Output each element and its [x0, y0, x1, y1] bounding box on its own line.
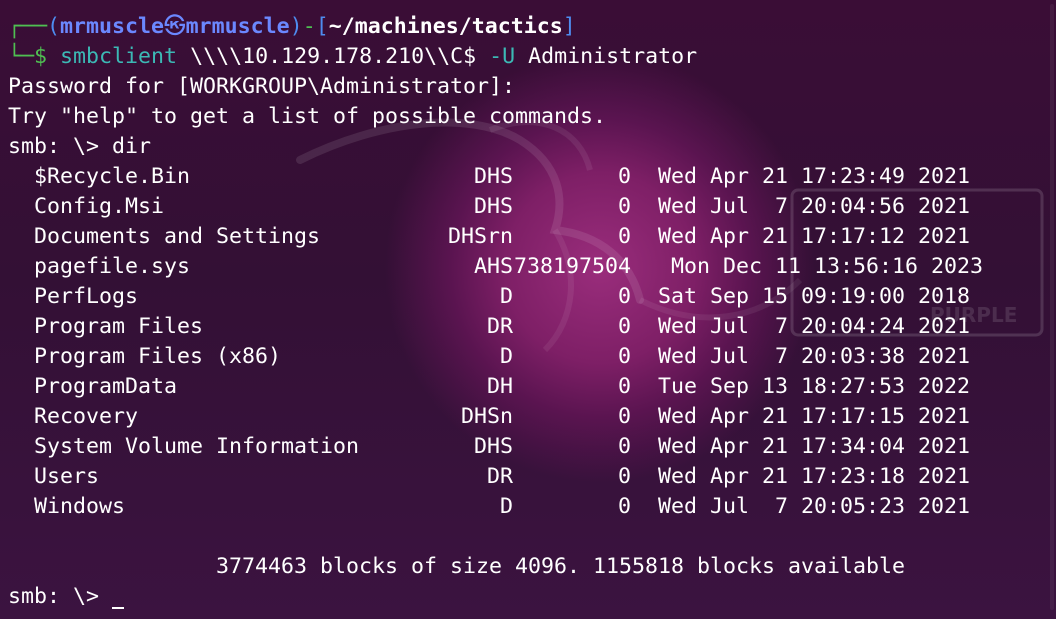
entry-name: System Volume Information [34, 434, 360, 459]
entry-name: Users [34, 464, 100, 489]
entry-attr: DHS [473, 434, 513, 459]
entry-name: Program Files [34, 314, 204, 339]
prompt-corner-bottom: └─ [8, 44, 35, 69]
password-prompt-line: Password for [WORKGROUP\Administrator]: [8, 74, 516, 99]
entry-attr: D [499, 344, 513, 369]
command-line: └─$ smbclient \\\\10.129.178.210\\C$ -U … [8, 42, 1056, 72]
entry-size: 0 [617, 404, 631, 429]
entry-size: 0 [617, 164, 631, 189]
prompt-user: mrmuscle [60, 14, 165, 39]
entry-date: Wed Apr 21 17:23:49 2021 [658, 164, 971, 189]
entry-name: Documents and Settings [34, 224, 321, 249]
entry-attr: DH [486, 374, 513, 399]
entry-date: Wed Jul 7 20:03:38 2021 [658, 344, 971, 369]
entry-attr: D [499, 494, 513, 519]
entry-date: Tue Sep 13 18:27:53 2022 [658, 374, 971, 399]
entry-date: Wed Apr 21 17:34:04 2021 [658, 434, 971, 459]
entry-attr: DHS [473, 194, 513, 219]
command-flag: -U [489, 44, 516, 69]
entry-name: Recovery [34, 404, 139, 429]
entry-date: Wed Jul 7 20:04:56 2021 [658, 194, 971, 219]
entry-name: PerfLogs [34, 284, 139, 309]
entry-size: 0 [617, 464, 631, 489]
entry-size: 0 [617, 494, 631, 519]
list-item: Recovery DHSn 0 Wed Apr 21 17:17:15 2021 [8, 402, 1056, 432]
prompt-host: mrmuscle [185, 14, 290, 39]
command-name: smbclient [60, 44, 178, 69]
list-item: Program Files (x86) D 0 Wed Jul 7 20:03:38 … [8, 342, 1056, 372]
terminal-scrollbar[interactable] [1050, 4, 1054, 610]
entry-size: 738197504 [513, 254, 631, 279]
list-item: PerfLogs D 0 Sat Sep 15 09:19:00 2018 [8, 282, 1056, 312]
entry-attr: DR [486, 464, 513, 489]
entry-size: 0 [617, 374, 631, 399]
entry-attr: AHS [473, 254, 513, 279]
text-cursor [112, 607, 125, 609]
entry-date: Mon Dec 11 13:56:16 2023 [658, 254, 984, 279]
prompt-corner-top: ┌── [8, 14, 48, 39]
entry-date: Wed Apr 21 17:17:12 2021 [658, 224, 971, 249]
list-item: Windows D 0 Wed Jul 7 20:05:23 2021 [8, 492, 1056, 522]
entry-name: Config.Msi [34, 194, 165, 219]
entry-date: Wed Apr 21 17:23:18 2021 [658, 464, 971, 489]
entry-attr: D [499, 284, 513, 309]
final-prompt-text: smb: \> [8, 584, 113, 609]
entry-size: 0 [617, 284, 631, 309]
disk-summary: 3774463 blocks of size 4096. 1155818 blo… [216, 554, 906, 579]
entry-size: 0 [617, 434, 631, 459]
entry-name: ProgramData [34, 374, 178, 399]
list-item: $Recycle.Bin DHS 0 Wed Apr 21 17:23:49 2021 [8, 162, 1056, 192]
command-user: Administrator [528, 44, 698, 69]
prompt-path: ~/machines/tactics [328, 14, 563, 39]
help-hint-line: Try "help" to get a list of possible com… [8, 104, 607, 129]
entry-date: Wed Apr 21 17:17:15 2021 [658, 404, 971, 429]
entry-size: 0 [617, 224, 631, 249]
list-item: Program Files DR 0 Wed Jul 7 20:04:24 2021 [8, 312, 1056, 342]
entry-attr: DHS [473, 164, 513, 189]
entry-name: Windows [34, 494, 126, 519]
entry-size: 0 [617, 344, 631, 369]
entry-name: Program Files (x86) [34, 344, 282, 369]
list-item: System Volume Information DHS 0 Wed Apr 21 … [8, 432, 1056, 462]
entry-attr: DHSrn [447, 224, 513, 249]
terminal-output[interactable]: ┌──(mrmuscle㉿mrmuscle)-[~/machines/tacti… [0, 0, 1056, 619]
list-item: Documents and Settings DHSrn 0 Wed Apr 21 1… [8, 222, 1056, 252]
entry-name: pagefile.sys [34, 254, 191, 279]
smb-prompt: smb: \> [8, 134, 100, 159]
command-target: \\\\10.129.178.210\\C$ [190, 44, 477, 69]
entry-date: Wed Jul 7 20:05:23 2021 [658, 494, 971, 519]
list-item: Users DR 0 Wed Apr 21 17:23:18 2021 [8, 462, 1056, 492]
entry-size: 0 [617, 194, 631, 219]
entry-attr: DR [486, 314, 513, 339]
final-smb-prompt[interactable]: smb: \> [8, 582, 125, 612]
prompt-dash: - [302, 14, 316, 39]
list-item: pagefile.sys AHS 738197504 Mon Dec 11 13:5… [8, 252, 1056, 282]
entry-date: Wed Jul 7 20:04:24 2021 [658, 314, 971, 339]
prompt-dollar: $ [34, 44, 48, 69]
list-item: ProgramData DH 0 Tue Sep 13 18:27:53 2022 [8, 372, 1056, 402]
smb-command: dir [112, 134, 152, 159]
directory-listing: $Recycle.Bin DHS 0 Wed Apr 21 17:23:49 2021… [8, 162, 1056, 522]
smb-command-line: smb: \> dir [8, 132, 1056, 162]
entry-date: Sat Sep 15 09:19:00 2018 [658, 284, 971, 309]
entry-size: 0 [617, 314, 631, 339]
entry-attr: DHSn [460, 404, 513, 429]
entry-name: $Recycle.Bin [34, 164, 191, 189]
list-item: Config.Msi DHS 0 Wed Jul 7 20:04:56 2021 [8, 192, 1056, 222]
shell-prompt-header: ┌──(mrmuscle㉿mrmuscle)-[~/machines/tacti… [8, 14, 576, 39]
prompt-at-symbol: ㉿ [164, 14, 186, 39]
